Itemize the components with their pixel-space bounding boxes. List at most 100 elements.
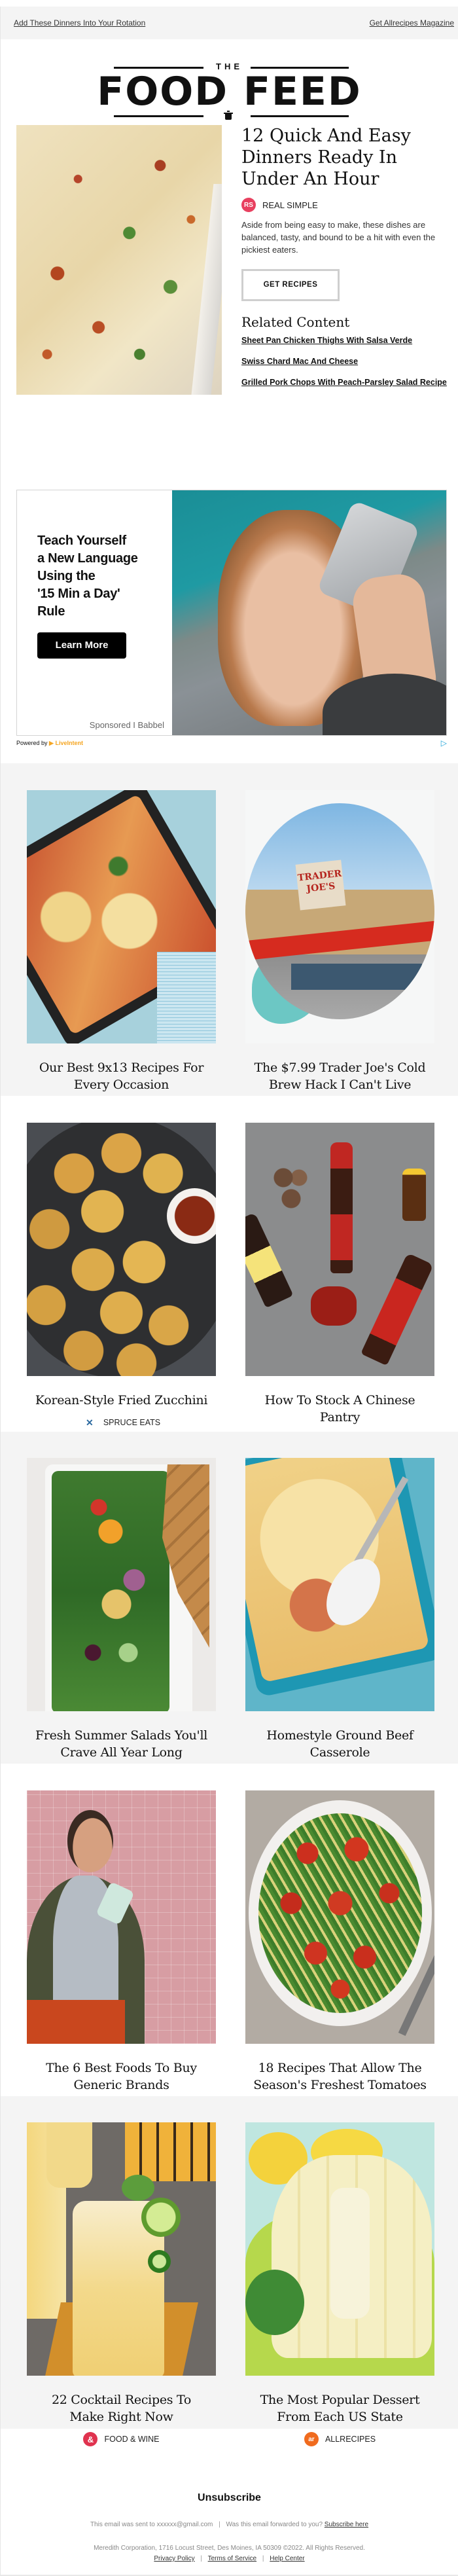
img-part: TRADER JOE'S <box>295 860 346 911</box>
hero-source: RS REAL SIMPLE <box>241 198 448 212</box>
article-card[interactable]: The Most Popular Dessert From Each US St… <box>245 2122 434 2446</box>
subscribe-here-link[interactable]: Subscribe here <box>325 2521 368 2528</box>
article-title[interactable]: Homestyle Ground Beef Casserole <box>245 1727 434 1761</box>
img-part <box>27 2000 125 2044</box>
real-simple-logo-icon: RS <box>241 198 256 212</box>
content-section: Korean-Style Fried Zucchini ✕ SPRUCE EAT… <box>1 1096 458 1446</box>
footer: Unsubscribe This email was sent to xxxxx… <box>1 2429 458 2576</box>
unsubscribe-link[interactable]: Unsubscribe <box>1 2492 458 2504</box>
article-image[interactable] <box>27 1458 216 1711</box>
hero-source-name: REAL SIMPLE <box>262 200 318 210</box>
related-link[interactable]: Grilled Pork Chops With Peach-Parsley Sa… <box>241 376 448 389</box>
img-part <box>245 920 434 961</box>
related-link[interactable]: Swiss Chard Mac And Cheese <box>241 355 448 368</box>
forwarded-text: Was this email forwarded to you? <box>226 2521 323 2528</box>
terms-of-service-link[interactable]: Terms of Service <box>208 2555 256 2562</box>
img-part <box>402 1169 426 1221</box>
source-name: SPRUCE EATS <box>103 1418 161 1427</box>
related-link[interactable]: Sheet Pan Chicken Thighs With Salsa Verd… <box>241 334 448 347</box>
article-title[interactable]: Korean-Style Fried Zucchini <box>27 1392 216 1409</box>
article-title[interactable]: The 6 Best Foods To Buy Generic Brands <box>27 2059 216 2094</box>
ad-headline-line: Using the <box>37 569 96 583</box>
logo-rule-bottom-right <box>251 115 349 117</box>
babbel-ad[interactable]: Teach Yourself a New Language Using the … <box>16 490 447 736</box>
article-image[interactable] <box>245 1458 434 1711</box>
img-part <box>291 964 422 990</box>
img-part: TRADER JOE'S <box>245 803 434 1019</box>
article-title[interactable]: Fresh Summer Salads You'll Crave All Yea… <box>27 1727 216 1761</box>
article-image[interactable] <box>245 1123 434 1376</box>
article-card[interactable]: Fresh Summer Salads You'll Crave All Yea… <box>27 1458 216 1782</box>
article-card[interactable]: Our Best 9x13 Recipes For Every Occasion… <box>27 790 216 1114</box>
article-title[interactable]: The Most Popular Dessert From Each US St… <box>245 2391 434 2425</box>
article-source: ✕ SPRUCE EATS <box>27 1415 216 1430</box>
article-image[interactable] <box>245 1790 434 2044</box>
separator: | <box>219 2521 220 2528</box>
related-links: Sheet Pan Chicken Thighs With Salsa Verd… <box>241 334 448 389</box>
help-center-link[interactable]: Help Center <box>270 2555 304 2562</box>
img-part <box>122 2175 154 2201</box>
img-part <box>311 1286 357 1326</box>
img-part <box>245 2270 304 2335</box>
ad-image[interactable] <box>172 490 446 735</box>
img-part <box>330 1142 353 1273</box>
content-section: 22 Cocktail Recipes To Make Right Now & … <box>1 2096 458 2446</box>
liveintent-brand: LiveIntent <box>55 739 83 746</box>
article-card[interactable]: Korean-Style Fried Zucchini ✕ SPRUCE EAT… <box>27 1123 216 1430</box>
ad-headline-line: '15 Min a Day' <box>37 587 120 601</box>
article-card[interactable]: 18 Recipes That Allow The Season's Fresh… <box>245 1790 434 2132</box>
img-part <box>272 1162 311 1214</box>
img-part <box>245 1212 294 1309</box>
ad-headline-line: Teach Yourself <box>37 534 126 548</box>
learn-more-button[interactable]: Learn More <box>37 632 126 659</box>
article-image[interactable] <box>27 1123 216 1376</box>
privacy-policy-link[interactable]: Privacy Policy <box>154 2555 194 2562</box>
ad-headline-line: a New Language <box>37 551 138 566</box>
pot-icon <box>224 111 233 120</box>
liveintent-logo-icon: ▶ <box>49 739 54 746</box>
img-part <box>141 2198 181 2237</box>
article-title[interactable]: How To Stock A Chinese Pantry <box>245 1392 434 1426</box>
article-title[interactable]: Our Best 9x13 Recipes For Every Occasion <box>27 1059 216 1093</box>
logo-title: FOOD FEED <box>97 69 362 115</box>
separator: | <box>262 2555 264 2562</box>
ad-headline-line: Rule <box>37 604 65 619</box>
img-part <box>46 2122 92 2188</box>
get-recipes-button[interactable]: GET RECIPES <box>241 269 340 301</box>
article-card[interactable]: How To Stock A Chinese Pantry ● SERIOUS … <box>245 1123 434 1447</box>
powered-by[interactable]: Powered by ▶ LiveIntent <box>16 740 83 747</box>
powered-by-row: Powered by ▶ LiveIntent ▷ <box>16 736 447 748</box>
hero-image[interactable] <box>16 125 222 395</box>
img-part <box>258 1813 422 2013</box>
article-image[interactable] <box>27 1790 216 2044</box>
hero-text: 12 Quick And Easy Dinners Ready In Under… <box>222 125 448 492</box>
logo-rule-bottom-left <box>114 115 203 117</box>
food-feed-logo[interactable]: THE FOOD FEED <box>1 7 458 120</box>
sent-to-text: This email was sent to xxxxxx@gmail.com <box>90 2521 213 2528</box>
article-image[interactable] <box>245 2122 434 2376</box>
ad-container: Teach Yourself a New Language Using the … <box>1 490 458 748</box>
img-part <box>330 2188 370 2319</box>
img-part <box>157 952 216 1043</box>
img-part <box>148 2250 171 2273</box>
related-content-heading: Related Content <box>241 314 350 330</box>
content-section: The 6 Best Foods To Buy Generic Brands ●… <box>1 1764 458 2132</box>
img-part <box>67 1810 113 1872</box>
article-card[interactable]: 22 Cocktail Recipes To Make Right Now & … <box>27 2122 216 2446</box>
adchoices-icon[interactable]: ▷ <box>441 738 447 748</box>
article-title[interactable]: 22 Cocktail Recipes To Make Right Now <box>27 2391 216 2425</box>
dish-edge <box>190 184 222 395</box>
hero-title[interactable]: 12 Quick And Easy Dinners Ready In Under… <box>241 125 448 190</box>
article-image[interactable] <box>27 790 216 1043</box>
email-page: Add These Dinners Into Your Rotation Get… <box>0 7 458 2576</box>
article-card[interactable]: Homestyle Ground Beef Casserole SL SOUTH… <box>245 1458 434 1782</box>
img-part <box>52 1471 169 1711</box>
article-image[interactable]: TRADER JOE'S <box>245 790 434 1043</box>
article-card[interactable]: The 6 Best Foods To Buy Generic Brands ●… <box>27 1790 216 2114</box>
article-image[interactable] <box>27 2122 216 2376</box>
img-part <box>125 2122 216 2181</box>
article-card[interactable]: TRADER JOE'S The $7.99 Trader Joe's Cold … <box>245 790 434 1131</box>
ad-copy: Teach Yourself a New Language Using the … <box>17 490 172 735</box>
footer-links: Privacy Policy | Terms of Service | Help… <box>1 2555 458 2562</box>
